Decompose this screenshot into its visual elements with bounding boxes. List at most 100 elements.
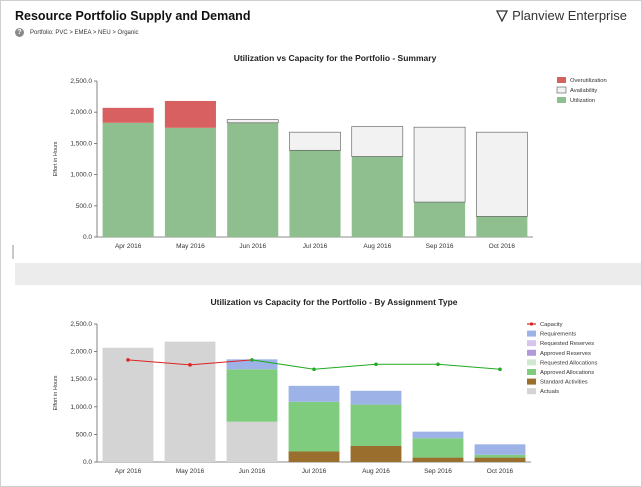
bar-utilization bbox=[164, 127, 216, 237]
bar-actuals bbox=[226, 421, 278, 462]
help-icon[interactable]: ? bbox=[15, 28, 24, 37]
capacity-point bbox=[188, 363, 192, 367]
bar-availability bbox=[476, 131, 528, 217]
legend-label-approved-allocations: Approved Allocations bbox=[540, 370, 594, 376]
y-tick-label: 1,000.0 bbox=[70, 404, 92, 411]
legend-label-overutilization: Overutilization bbox=[570, 78, 607, 84]
legend-label-approved-reserves: Approved Reserves bbox=[540, 351, 591, 357]
x-tick-label: Sep 2016 bbox=[424, 468, 452, 475]
capacity-point bbox=[312, 367, 316, 372]
capacity-point bbox=[436, 362, 440, 367]
legend-label-requirements: Requirements bbox=[540, 332, 576, 338]
brand-name: Planview Enterprise bbox=[512, 8, 627, 23]
bar-approved-allocations bbox=[350, 404, 402, 446]
legend-label-availability: Availability bbox=[570, 88, 597, 94]
legend-label-requested-allocations: Requested Allocations bbox=[540, 360, 597, 366]
bar-utilization bbox=[289, 150, 341, 237]
bar-requirements bbox=[474, 444, 526, 455]
legend-label-utilization: Utilization bbox=[570, 98, 595, 104]
legend-swatch-requirements bbox=[527, 330, 536, 337]
x-tick-label: Sep 2016 bbox=[426, 243, 454, 250]
y-tick-label: 0.0 bbox=[83, 459, 92, 466]
panel-resize-handle[interactable] bbox=[12, 245, 14, 259]
legend-label-actuals: Actuals bbox=[540, 389, 559, 395]
bar-utilization bbox=[414, 202, 466, 237]
legend-swatch-actuals bbox=[527, 388, 536, 395]
bar-overutilization bbox=[102, 107, 154, 123]
chart-title: Utilization vs Capacity for the Portfoli… bbox=[234, 53, 437, 63]
bar-approved-allocations bbox=[412, 438, 464, 458]
legend-marker-capacity bbox=[529, 322, 534, 326]
y-tick-label: 500.0 bbox=[76, 203, 93, 210]
y-axis-label: Effort in Hours bbox=[53, 375, 59, 410]
y-tick-label: 500.0 bbox=[76, 431, 93, 438]
page-header: Resource Portfolio Supply and Demand Pla… bbox=[1, 1, 641, 47]
bar-availability bbox=[413, 126, 466, 203]
bar-approved-allocations bbox=[288, 401, 340, 452]
bar-utilization bbox=[351, 156, 403, 237]
y-tick-label: 2,500.0 bbox=[70, 321, 92, 328]
x-tick-label: Jul 2016 bbox=[302, 468, 327, 475]
legend-swatch-standard-activities bbox=[527, 378, 536, 385]
planview-logo-icon bbox=[496, 9, 509, 22]
y-tick-label: 1,500.0 bbox=[70, 376, 92, 383]
y-tick-label: 2,500.0 bbox=[70, 78, 92, 85]
app-window: Resource Portfolio Supply and Demand Pla… bbox=[0, 0, 642, 487]
bar-availability bbox=[289, 131, 341, 151]
y-axis-label: Effort in Hours bbox=[53, 141, 59, 176]
bar-actuals bbox=[102, 347, 154, 462]
capacity-point bbox=[250, 358, 254, 362]
x-tick-label: Oct 2016 bbox=[489, 243, 516, 250]
chart-title: Utilization vs Capacity for the Portfoli… bbox=[210, 297, 457, 307]
legend-swatch-requested-allocations bbox=[527, 359, 536, 366]
legend-swatch-availability bbox=[556, 86, 567, 94]
breadcrumb-text: Portfolio: PVC > EMEA > NEU > Organic bbox=[30, 29, 139, 36]
bar-requirements bbox=[350, 390, 402, 405]
summary-chart: Utilization vs Capacity for the Portfoli… bbox=[53, 53, 607, 250]
legend-label-capacity: Capacity bbox=[540, 322, 563, 328]
x-tick-label: Aug 2016 bbox=[363, 243, 391, 250]
x-tick-label: Apr 2016 bbox=[115, 243, 142, 250]
bar-actuals bbox=[164, 341, 216, 462]
assignment-type-chart: Utilization vs Capacity for the Portfoli… bbox=[53, 297, 597, 475]
bar-utilization bbox=[227, 122, 279, 237]
x-tick-label: Jul 2016 bbox=[303, 243, 328, 250]
bar-standard-activities bbox=[350, 445, 402, 462]
x-tick-label: Aug 2016 bbox=[362, 468, 390, 475]
y-tick-label: 2,000.0 bbox=[70, 109, 92, 116]
legend-label-requested-reserves: Requested Reserves bbox=[540, 341, 594, 347]
legend-swatch-approved-reserves bbox=[527, 349, 536, 356]
x-tick-label: Oct 2016 bbox=[487, 468, 514, 475]
y-tick-label: 1,500.0 bbox=[70, 140, 92, 147]
x-tick-label: May 2016 bbox=[176, 468, 205, 475]
y-tick-label: 0.0 bbox=[83, 234, 92, 241]
x-tick-label: Apr 2016 bbox=[115, 468, 142, 475]
bar-standard-activities bbox=[288, 451, 340, 462]
bar-availability bbox=[351, 126, 404, 157]
bar-requirements bbox=[412, 431, 464, 439]
bar-utilization bbox=[102, 122, 154, 237]
capacity-line-segment bbox=[437, 363, 501, 370]
brand-logo: Planview Enterprise bbox=[496, 8, 627, 23]
bar-approved-allocations bbox=[474, 454, 526, 458]
bar-overutilization bbox=[164, 100, 216, 128]
legend-swatch-requested-reserves bbox=[527, 340, 536, 347]
chart-separator bbox=[15, 263, 641, 285]
legend-label-standard-activities: Standard Activities bbox=[540, 380, 588, 386]
y-tick-label: 2,000.0 bbox=[70, 349, 92, 356]
capacity-point bbox=[498, 367, 502, 372]
bar-approved-allocations bbox=[226, 369, 278, 422]
bar-availability bbox=[226, 119, 279, 124]
breadcrumb: ? Portfolio: PVC > EMEA > NEU > Organic bbox=[15, 28, 139, 37]
bar-standard-activities bbox=[474, 457, 526, 462]
capacity-point bbox=[374, 362, 378, 367]
legend-swatch-approved-allocations bbox=[527, 369, 536, 375]
capacity-point bbox=[126, 358, 130, 362]
legend-swatch-overutilization bbox=[557, 77, 566, 83]
y-tick-label: 1,000.0 bbox=[70, 172, 92, 179]
bar-requirements bbox=[288, 385, 340, 402]
page-title: Resource Portfolio Supply and Demand bbox=[15, 9, 251, 23]
bar-standard-activities bbox=[412, 457, 464, 462]
x-tick-label: Jun 2016 bbox=[239, 468, 266, 475]
capacity-line-segment bbox=[313, 363, 377, 370]
